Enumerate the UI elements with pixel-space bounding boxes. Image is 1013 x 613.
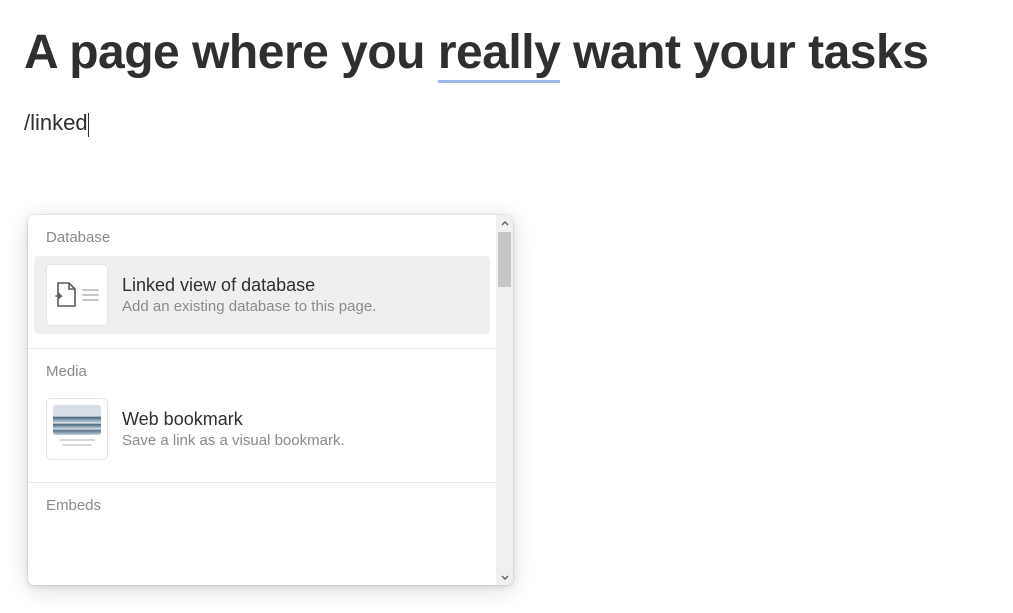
scrollbar-track[interactable] <box>496 215 513 585</box>
page-title[interactable]: A page where you really want your tasks <box>24 24 989 82</box>
slash-command-input[interactable]: /linked <box>24 110 989 136</box>
section-header-media: Media <box>28 349 496 390</box>
title-underlined-word: really <box>438 26 560 83</box>
scrollbar-up-button[interactable] <box>496 215 513 232</box>
linked-database-icon <box>46 264 108 326</box>
title-text-pre: A page where you <box>24 26 438 79</box>
section-header-embeds: Embeds <box>28 483 496 524</box>
menu-item-title: Linked view of database <box>122 275 478 296</box>
title-text-post: want your tasks <box>560 26 928 79</box>
command-text: /linked <box>24 110 88 135</box>
menu-item-description: Save a link as a visual bookmark. <box>122 432 478 449</box>
text-caret <box>88 113 89 137</box>
menu-item-description: Add an existing database to this page. <box>122 298 478 315</box>
scrollbar-thumb[interactable] <box>498 232 511 287</box>
menu-scroll-area[interactable]: Database Linked view of database Add an … <box>28 215 496 585</box>
menu-item-web-bookmark[interactable]: Web bookmark Save a link as a visual boo… <box>34 390 490 468</box>
slash-command-menu: Database Linked view of database Add an … <box>28 215 513 585</box>
menu-item-title: Web bookmark <box>122 409 478 430</box>
scrollbar-down-button[interactable] <box>496 568 513 585</box>
section-header-database: Database <box>28 215 496 256</box>
web-bookmark-icon <box>46 398 108 460</box>
menu-item-linked-database[interactable]: Linked view of database Add an existing … <box>34 256 490 334</box>
